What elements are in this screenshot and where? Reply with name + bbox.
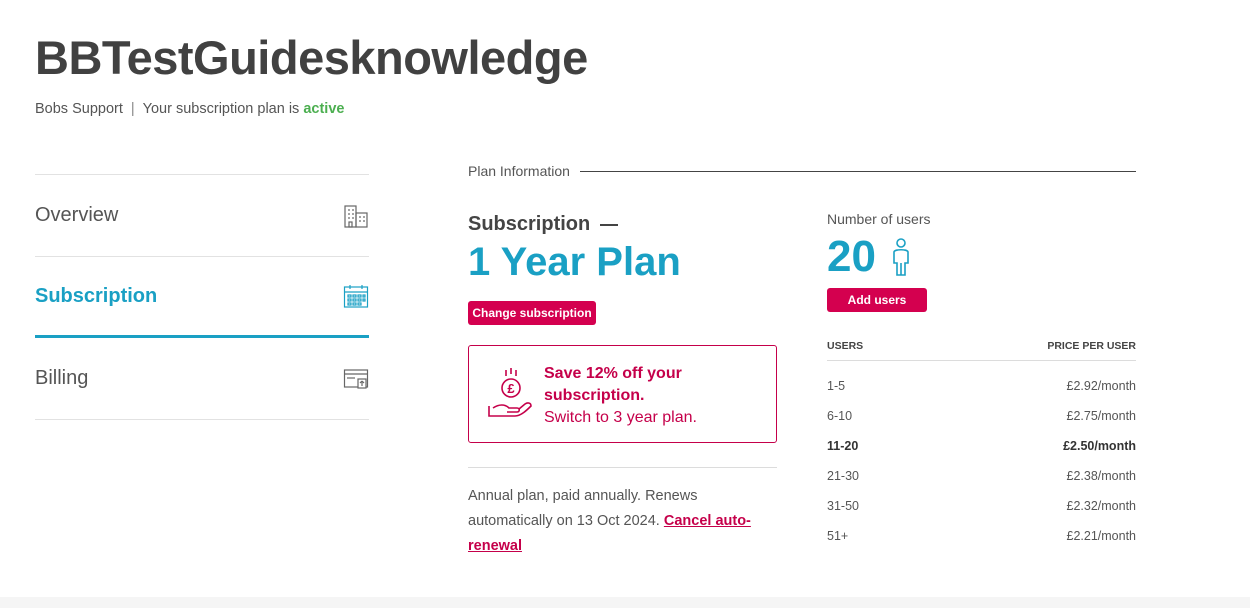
plan-information-header: Plan Information — [468, 163, 1136, 179]
sidebar-nav: Overview Subscription Billing — [35, 174, 369, 420]
price-per-user: £2.92/month — [1066, 379, 1137, 393]
price-per-user: £2.75/month — [1066, 409, 1137, 423]
user-range: 6-10 — [827, 409, 853, 423]
sidebar-item-billing[interactable]: Billing — [35, 338, 369, 420]
footer-band — [0, 597, 1250, 608]
promo-headline: Save 12% off your subscription. — [544, 365, 682, 404]
upgrade-promo-card[interactable]: £ Save 12% off your subscription. Switch… — [468, 345, 777, 443]
page-title: BBTestGuidesknowledge — [35, 31, 588, 84]
org-name: Bobs Support — [35, 101, 123, 117]
subscription-status-line: Bobs Support | Your subscription plan is a… — [35, 101, 344, 117]
price-table: USERS PRICE PER USER 1-5 £2.92/month 6-1… — [827, 340, 1136, 551]
column-header-price: PRICE PER USER — [1047, 340, 1136, 352]
calendar-icon — [343, 283, 369, 309]
divider — [579, 170, 1136, 172]
plan-name: 1 Year Plan — [468, 240, 681, 284]
table-row: 31-50 £2.32/month — [827, 491, 1136, 521]
svg-text:£: £ — [507, 381, 515, 396]
promo-subtext[interactable]: Switch to 3 year plan. — [544, 409, 697, 426]
billing-icon — [343, 366, 369, 392]
table-row: 51+ £2.21/month — [827, 521, 1136, 551]
change-subscription-button[interactable]: Change subscription — [468, 301, 596, 325]
separator: | — [130, 101, 135, 117]
sidebar-item-label: Subscription — [35, 284, 158, 307]
status-badge: active — [303, 101, 345, 117]
column-header-users: USERS — [827, 340, 864, 352]
subscription-label: Subscription — [468, 213, 619, 236]
renewal-info: Annual plan, paid annually. Renews autom… — [468, 484, 768, 559]
table-header: USERS PRICE PER USER — [827, 340, 1136, 361]
building-icon — [343, 203, 369, 229]
divider — [468, 467, 777, 468]
section-title: Plan Information — [468, 163, 570, 179]
person-icon — [890, 238, 912, 278]
user-range: 1-5 — [827, 379, 846, 393]
subscription-label-text: Subscription — [468, 213, 591, 235]
users-count: 20 — [827, 232, 876, 281]
table-row: 21-30 £2.38/month — [827, 461, 1136, 491]
sidebar-item-subscription[interactable]: Subscription — [35, 256, 369, 338]
user-range: 51+ — [827, 529, 849, 543]
add-users-button[interactable]: Add users — [827, 288, 927, 312]
price-per-user: £2.38/month — [1066, 469, 1137, 483]
dash-divider — [600, 223, 619, 226]
sidebar-item-overview[interactable]: Overview — [35, 174, 369, 256]
sidebar-item-label: Billing — [35, 367, 89, 389]
pound-hand-icon: £ — [487, 368, 533, 422]
user-range: 11-20 — [827, 439, 859, 453]
sidebar-item-label: Overview — [35, 204, 119, 226]
price-per-user: £2.50/month — [1063, 439, 1136, 453]
price-per-user: £2.21/month — [1066, 529, 1137, 543]
user-range: 31-50 — [827, 499, 859, 513]
status-prefix: Your subscription plan is — [142, 101, 300, 117]
user-range: 21-30 — [827, 469, 859, 483]
users-label: Number of users — [827, 211, 931, 227]
table-row: 1-5 £2.92/month — [827, 371, 1136, 401]
promo-text: Save 12% off your subscription. Switch t… — [544, 363, 769, 429]
price-per-user: £2.32/month — [1066, 499, 1137, 513]
table-row: 6-10 £2.75/month — [827, 401, 1136, 431]
table-row-current: 11-20 £2.50/month — [827, 431, 1136, 461]
